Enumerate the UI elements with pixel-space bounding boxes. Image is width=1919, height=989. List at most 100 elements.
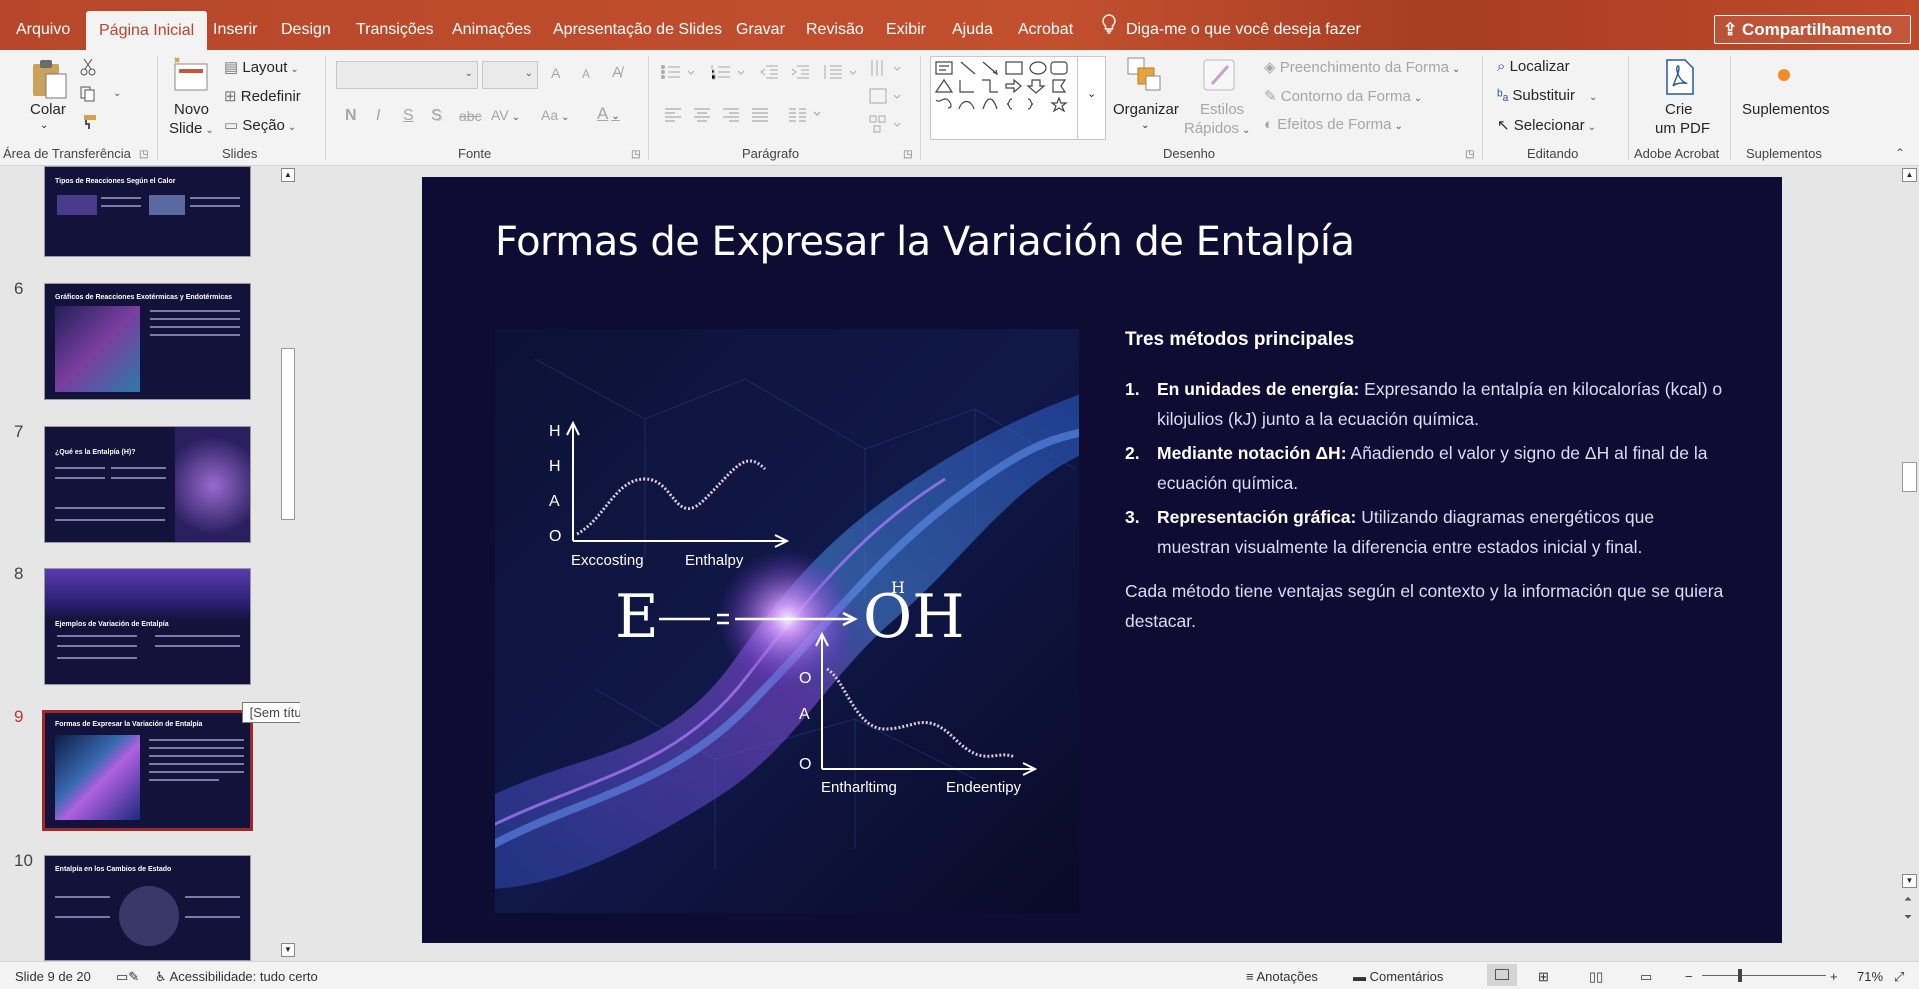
clear-format-icon[interactable]: A̸ xyxy=(612,64,622,81)
justify-icon[interactable] xyxy=(751,108,769,127)
scroll-down-icon[interactable]: ▼ xyxy=(1902,874,1917,888)
char-spacing-button[interactable]: AV ⌄ xyxy=(491,107,520,123)
shape-outline-button[interactable]: ✎ Contorno da Forma ⌄ xyxy=(1264,87,1422,105)
slide-thumbnail[interactable]: ¿Qué es la Entalpía (H)? xyxy=(44,426,251,543)
zoom-in-icon[interactable]: + xyxy=(1830,969,1838,984)
shrink-font-button[interactable]: A xyxy=(582,67,590,81)
list-item[interactable]: 2. Mediante notación ΔH: Añadiendo el va… xyxy=(1125,438,1725,498)
slide-image-enthalpy[interactable]: H H A O Exccosting Enthalpy E OH H O A O… xyxy=(495,329,1079,913)
next-slide-icon[interactable]: ⏷ xyxy=(1904,912,1912,923)
tab-transicoes[interactable]: Transições xyxy=(356,10,434,50)
dialog-launcher-icon[interactable]: ◳ xyxy=(1465,149,1474,160)
line-spacing-icon[interactable] xyxy=(822,64,858,85)
zoom-out-icon[interactable]: − xyxy=(1685,969,1693,984)
notes-button[interactable]: ≡ Anotações xyxy=(1246,969,1318,984)
dialog-launcher-icon[interactable]: ◳ xyxy=(139,149,148,160)
dialog-launcher-icon[interactable]: ◳ xyxy=(903,149,912,160)
paste-button[interactable] xyxy=(30,58,68,105)
bold-button[interactable]: N xyxy=(345,107,357,125)
underline-button[interactable]: S xyxy=(403,107,414,125)
format-painter-icon[interactable] xyxy=(80,114,98,135)
slide-canvas[interactable]: Formas de Expresar la Variación de Ental… xyxy=(422,177,1782,943)
acrobat-pdf-icon[interactable] xyxy=(1663,58,1697,101)
font-size-combo[interactable]: ⌄ xyxy=(482,61,538,89)
slideshow-icon[interactable]: ▭ xyxy=(1640,969,1652,985)
increase-indent-icon[interactable] xyxy=(791,64,811,85)
align-center-icon[interactable] xyxy=(693,108,711,127)
italic-button[interactable]: I xyxy=(376,107,380,125)
shapes-gallery[interactable] xyxy=(930,56,1078,140)
paste-chevron-icon[interactable]: ⌄ xyxy=(40,120,48,131)
comments-button[interactable]: ▬ Comentários xyxy=(1353,969,1443,984)
strikethrough-button[interactable]: abc xyxy=(459,108,482,124)
shadow-button[interactable]: S xyxy=(431,107,442,125)
layout-button[interactable]: ▤ Layout ⌄ xyxy=(224,58,299,76)
select-button[interactable]: ↖ Selecionar ⌄ xyxy=(1497,116,1596,134)
scroll-up-icon[interactable]: ▲ xyxy=(1902,168,1917,182)
font-color-button[interactable]: A ⌄ xyxy=(597,104,620,124)
bullets-icon[interactable] xyxy=(660,64,696,85)
thumbnail-scrollbar[interactable]: ▲ ▼ xyxy=(278,166,298,961)
slide-thumbnail[interactable]: Entalpía en los Cambios de Estado xyxy=(44,855,251,961)
list-item[interactable]: 1. En unidades de energía: Expresando la… xyxy=(1125,374,1725,434)
collapse-ribbon-icon[interactable]: ⌃ xyxy=(1895,146,1905,160)
columns-icon[interactable] xyxy=(788,108,824,127)
tab-exibir[interactable]: Exibir xyxy=(886,10,926,50)
tab-gravar[interactable]: Gravar xyxy=(736,10,785,50)
tab-animacoes[interactable]: Animações xyxy=(452,10,531,50)
addins-button[interactable]: Suplementos xyxy=(1742,101,1830,118)
reading-view-icon[interactable]: ▯▯ xyxy=(1589,969,1603,985)
previous-slide-icon[interactable]: ⏶ xyxy=(1904,894,1912,905)
numbering-icon[interactable] xyxy=(710,64,746,85)
align-right-icon[interactable] xyxy=(722,108,740,127)
copy-icon[interactable]: ⌄ xyxy=(80,86,121,107)
slide-subtitle[interactable]: Tres métodos principales xyxy=(1125,329,1354,351)
decrease-indent-icon[interactable] xyxy=(760,64,780,85)
scroll-down-icon[interactable]: ▼ xyxy=(281,943,295,957)
slide-sorter-icon[interactable]: ⊞ xyxy=(1538,969,1549,985)
tab-design[interactable]: Design xyxy=(281,10,331,50)
dialog-launcher-icon[interactable]: ◳ xyxy=(631,149,640,160)
align-text-icon[interactable] xyxy=(868,86,904,111)
fit-to-window-icon[interactable]: ⤢ xyxy=(1894,969,1904,985)
new-slide-icon[interactable] xyxy=(171,56,211,99)
list-item[interactable]: 3. Representación gráfica: Utilizando di… xyxy=(1125,502,1725,562)
share-button[interactable]: ⇪ Compartilhamento ⌄ xyxy=(1714,15,1911,65)
slide-closing-text[interactable]: Cada método tiene ventajas según el cont… xyxy=(1125,576,1725,636)
notes-view-icon[interactable]: ▭✎ xyxy=(116,969,139,985)
tab-pagina-inicial[interactable]: Página Inicial xyxy=(86,11,208,50)
scroll-thumb[interactable] xyxy=(281,348,295,520)
tab-revisao[interactable]: Revisão xyxy=(806,10,864,50)
tell-me-search[interactable]: Diga-me o que você deseja fazer xyxy=(1102,10,1361,50)
section-button[interactable]: ▭ Seção ⌄ xyxy=(224,116,296,134)
tab-inserir[interactable]: Inserir xyxy=(213,10,257,50)
accessibility-button[interactable]: ♿︎ Acessibilidade: tudo certo xyxy=(155,969,318,985)
new-slide-button[interactable]: Slide ⌄ xyxy=(169,120,214,137)
addins-icon[interactable] xyxy=(1777,68,1791,87)
text-direction-icon[interactable] xyxy=(868,58,904,83)
shape-effects-button[interactable]: ◐ Efeitos de Forma ⌄ xyxy=(1264,116,1403,133)
tab-acrobat[interactable]: Acrobat xyxy=(1018,10,1073,50)
slide-title[interactable]: Formas de Expresar la Variación de Ental… xyxy=(495,219,1355,265)
scroll-thumb[interactable] xyxy=(1902,462,1917,492)
zoom-slider[interactable] xyxy=(1702,975,1826,976)
tab-ajuda[interactable]: Ajuda xyxy=(952,10,993,50)
cut-icon[interactable] xyxy=(80,58,96,81)
reset-button[interactable]: ⊞ Redefinir xyxy=(224,87,301,105)
arrange-icon[interactable] xyxy=(1126,56,1164,99)
tab-arquivo[interactable]: Arquivo xyxy=(16,10,70,50)
tab-apresentacao[interactable]: Apresentação de Slides xyxy=(553,10,722,50)
shape-fill-button[interactable]: ◈ Preenchimento da Forma ⌄ xyxy=(1264,58,1460,76)
shapes-more-button[interactable]: ⌄ xyxy=(1078,56,1106,140)
grow-font-button[interactable]: A xyxy=(551,65,560,81)
quick-styles-icon[interactable] xyxy=(1202,58,1238,99)
smartart-icon[interactable] xyxy=(868,114,904,139)
quick-styles-button[interactable]: Rápidos ⌄ xyxy=(1184,120,1250,137)
find-button[interactable]: ⌕ Localizar xyxy=(1497,58,1570,75)
zoom-level[interactable]: 71% xyxy=(1857,969,1883,984)
font-name-combo[interactable]: ⌄ xyxy=(336,61,478,89)
normal-view-button[interactable] xyxy=(1487,964,1517,986)
zoom-slider-thumb[interactable] xyxy=(1738,969,1742,982)
slide-thumbnail[interactable]: Gráficos de Reacciones Exotérmicas y End… xyxy=(44,283,251,400)
arrange-chevron-icon[interactable]: ⌄ xyxy=(1141,120,1149,131)
